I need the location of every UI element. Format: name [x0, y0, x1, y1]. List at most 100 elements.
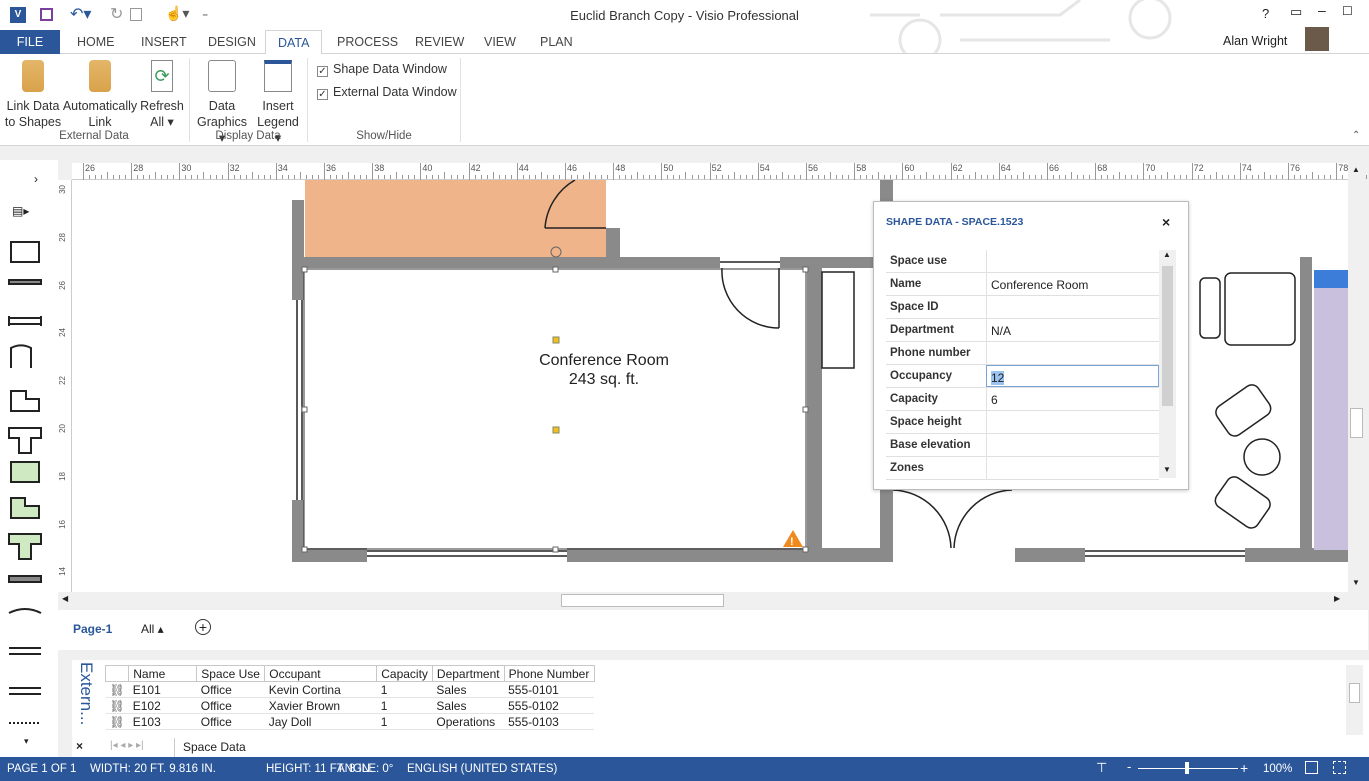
shape-data-row[interactable]: Name Conference Room: [886, 273, 1159, 296]
column-header[interactable]: Space Use: [196, 665, 266, 682]
table-cell[interactable]: Sales: [432, 682, 504, 698]
table-cell[interactable]: Jay Doll: [265, 714, 377, 730]
page-status[interactable]: PAGE 1 OF 1: [7, 763, 76, 775]
stencil-shapes[interactable]: [6, 238, 46, 753]
zoom-slider-thumb[interactable]: [1185, 762, 1189, 774]
table-cell[interactable]: Kevin Cortina: [265, 682, 377, 698]
tab-space-data[interactable]: Space Data: [174, 738, 254, 757]
avatar[interactable]: [1305, 27, 1329, 51]
zoom-slider[interactable]: [1138, 762, 1238, 774]
shape-data-value-field[interactable]: 6: [986, 388, 1159, 410]
link-data-to-shapes-button[interactable]: Link Data to Shapes: [4, 60, 62, 130]
purple-room[interactable]: [1314, 270, 1348, 550]
shape-data-value-field[interactable]: [986, 457, 1159, 479]
tab-data[interactable]: DATA: [265, 30, 322, 55]
tab-process[interactable]: PROCESS: [325, 30, 410, 54]
tab-view[interactable]: VIEW: [472, 30, 528, 54]
table-cell[interactable]: Xavier Brown: [265, 698, 377, 714]
external-data-table[interactable]: Name Space Use Occupant Capacity Department P…: [104, 665, 595, 730]
help-button[interactable]: ?: [1262, 6, 1269, 21]
fit-page-icon[interactable]: [1305, 761, 1318, 774]
table-cell[interactable]: Office: [197, 714, 265, 730]
add-page-icon[interactable]: +: [195, 619, 211, 635]
shape-data-row[interactable]: Zones: [886, 457, 1159, 480]
presentation-mode-icon[interactable]: ⊤: [1096, 760, 1107, 776]
tab-plan[interactable]: PLAN: [528, 30, 585, 54]
shape-data-value-field[interactable]: Conference Room: [986, 273, 1159, 295]
horizontal-scrollbar[interactable]: ◀ ▶: [58, 592, 1348, 609]
expand-shapes-icon[interactable]: ›: [34, 172, 38, 186]
column-header[interactable]: Phone Number: [503, 665, 595, 682]
table-cell[interactable]: Office: [197, 682, 265, 698]
all-pages-button[interactable]: All ▴: [141, 622, 164, 636]
shape-data-row[interactable]: Space ID: [886, 296, 1159, 319]
shapes-menu-icon[interactable]: ▤▸: [12, 204, 29, 218]
table-cell[interactable]: E101: [129, 682, 197, 698]
table-cell[interactable]: 555-0103: [504, 714, 594, 730]
shape-data-window-checkbox[interactable]: ✓ Shape Data Window: [317, 62, 447, 77]
tab-insert[interactable]: INSERT: [129, 30, 199, 54]
external-data-window-checkbox[interactable]: ✓ External Data Window: [317, 85, 457, 100]
zoom-level[interactable]: 100%: [1263, 763, 1292, 775]
column-header[interactable]: Name: [128, 665, 198, 682]
shape-data-value-field[interactable]: N/A: [986, 319, 1159, 341]
maximize-button[interactable]: ☐: [1342, 4, 1353, 18]
tab-home[interactable]: HOME: [65, 30, 127, 54]
table-cell[interactable]: Operations: [432, 714, 504, 730]
zoom-out-button[interactable]: -: [1127, 759, 1131, 774]
table-cell[interactable]: 1: [377, 698, 433, 714]
table-row[interactable]: ⛓ E102 Office Xavier Brown 1 Sales 555-0102: [105, 698, 595, 714]
refresh-all-button[interactable]: ⟳ Refresh All ▾: [140, 60, 184, 130]
table-cell[interactable]: 1: [377, 682, 433, 698]
scroll-down-icon[interactable]: ▾: [24, 736, 29, 747]
language-status[interactable]: ENGLISH (UNITED STATES): [407, 763, 557, 775]
tab-page-1[interactable]: Page-1: [73, 622, 112, 636]
automatically-link-button[interactable]: Automatically Link: [62, 60, 138, 130]
table-row[interactable]: ⛓ E101 Office Kevin Cortina 1 Sales 555-0101: [105, 682, 595, 698]
shape-data-row[interactable]: Department N/A: [886, 319, 1159, 342]
table-cell[interactable]: E103: [129, 714, 197, 730]
vertical-ruler: 30 28 26 24 22 20 18 16 14: [58, 180, 72, 592]
close-icon[interactable]: ×: [1162, 214, 1170, 230]
shape-data-value-field[interactable]: [986, 296, 1159, 318]
table-cell[interactable]: 555-0102: [504, 698, 594, 714]
table-cell[interactable]: 555-0101: [504, 682, 594, 698]
external-data-scrollbar[interactable]: [1346, 665, 1363, 735]
shape-data-label: Space use: [890, 255, 947, 267]
table-cell[interactable]: E102: [129, 698, 197, 714]
table-cell[interactable]: 1: [377, 714, 433, 730]
shape-data-row[interactable]: Base elevation: [886, 434, 1159, 457]
ribbon-options-button[interactable]: ▭: [1290, 4, 1302, 20]
shape-data-row[interactable]: Capacity 6: [886, 388, 1159, 411]
tab-design[interactable]: DESIGN: [196, 30, 268, 54]
shape-data-value-field[interactable]: 12: [986, 365, 1159, 387]
link-icon: ⛓: [109, 714, 125, 729]
switch-windows-icon[interactable]: [1333, 761, 1346, 774]
shape-data-row[interactable]: Occupancy 12: [886, 365, 1159, 388]
tab-file[interactable]: FILE: [0, 30, 60, 54]
shape-data-row[interactable]: Space height: [886, 411, 1159, 434]
angle-status: ANGLE: 0°: [337, 763, 394, 775]
table-cell[interactable]: Office: [197, 698, 265, 714]
sheet-navigation-icons[interactable]: |◂ ◂ ▸ ▸|: [110, 740, 144, 751]
shape-data-value-field[interactable]: [986, 434, 1159, 456]
collapse-ribbon-icon[interactable]: ⌃: [1352, 130, 1360, 141]
user-name[interactable]: Alan Wright: [1223, 34, 1287, 48]
shape-data-scrollbar[interactable]: ▲ ▼: [1159, 250, 1176, 478]
shape-data-row[interactable]: Phone number: [886, 342, 1159, 365]
conference-room-shape[interactable]: [303, 268, 807, 550]
minimize-button[interactable]: –: [1318, 2, 1326, 18]
table-cell[interactable]: Sales: [432, 698, 504, 714]
shape-data-value-field[interactable]: [986, 342, 1159, 364]
table-row[interactable]: ⛓ E103 Office Jay Doll 1 Operations 555-0103: [105, 714, 595, 730]
column-header[interactable]: Occupant: [264, 665, 378, 682]
zoom-in-button[interactable]: +: [1240, 760, 1248, 776]
column-header[interactable]: Capacity: [376, 665, 433, 682]
shape-data-row[interactable]: Space use: [886, 250, 1159, 273]
tab-review[interactable]: REVIEW: [403, 30, 476, 54]
vertical-scrollbar[interactable]: ▲ ▼: [1348, 163, 1365, 592]
shape-data-value-field[interactable]: [986, 411, 1159, 433]
shape-data-value-field[interactable]: [986, 250, 1159, 272]
close-external-data-icon[interactable]: ×: [76, 739, 83, 753]
column-header[interactable]: Department: [431, 665, 505, 682]
